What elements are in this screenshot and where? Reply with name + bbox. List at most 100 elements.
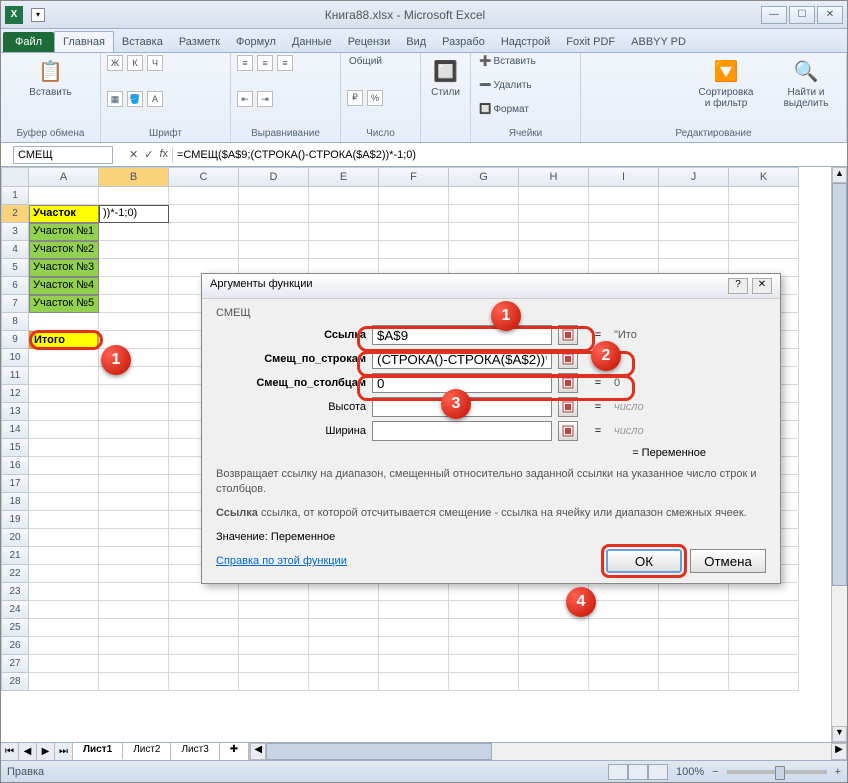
cell[interactable] xyxy=(99,295,169,313)
row-head-11[interactable]: 11 xyxy=(1,367,29,385)
cell[interactable] xyxy=(589,601,659,619)
cell[interactable] xyxy=(99,493,169,511)
close-button[interactable]: ✕ xyxy=(817,6,843,24)
vscroll-thumb[interactable] xyxy=(832,183,847,586)
cell[interactable] xyxy=(659,205,729,223)
formula-input[interactable]: =СМЕЩ($A$9;(СТРОКА()-СТРОКА($A$2))*-1;0) xyxy=(172,147,847,163)
cell[interactable] xyxy=(239,619,309,637)
cell[interactable] xyxy=(99,385,169,403)
cells-insert-button[interactable]: ➕ Вставить xyxy=(477,55,574,68)
cell[interactable] xyxy=(519,205,589,223)
cell[interactable] xyxy=(169,205,239,223)
cell[interactable]: Участок №3 xyxy=(29,259,99,277)
cell[interactable] xyxy=(169,187,239,205)
accept-formula-icon[interactable]: ✓ xyxy=(144,148,153,161)
cell[interactable] xyxy=(99,547,169,565)
cell[interactable] xyxy=(29,457,99,475)
cell[interactable] xyxy=(99,241,169,259)
cell[interactable]: Участок №4 xyxy=(29,277,99,295)
cell[interactable] xyxy=(99,655,169,673)
cell[interactable] xyxy=(449,619,519,637)
row-head-13[interactable]: 13 xyxy=(1,403,29,421)
col-head-a[interactable]: A xyxy=(29,167,99,187)
row-head-21[interactable]: 21 xyxy=(1,547,29,565)
cell[interactable] xyxy=(99,421,169,439)
view-pagebreak-button[interactable] xyxy=(648,764,668,780)
sheet-nav-prev[interactable]: ◀ xyxy=(19,743,37,760)
cell[interactable] xyxy=(169,241,239,259)
row-head-18[interactable]: 18 xyxy=(1,493,29,511)
cell[interactable]: Участок №2 xyxy=(29,241,99,259)
row-head-24[interactable]: 24 xyxy=(1,601,29,619)
tab-view[interactable]: Вид xyxy=(398,32,434,52)
row-head-27[interactable]: 27 xyxy=(1,655,29,673)
cell[interactable] xyxy=(99,565,169,583)
cell[interactable] xyxy=(379,673,449,691)
tab-layout[interactable]: Разметк xyxy=(171,32,228,52)
dialog-help-button[interactable]: ? xyxy=(728,278,748,294)
cell[interactable] xyxy=(29,565,99,583)
cell[interactable] xyxy=(29,439,99,457)
cell[interactable] xyxy=(239,205,309,223)
cell[interactable] xyxy=(309,655,379,673)
paste-button[interactable]: 📋 Вставить xyxy=(7,55,94,100)
cell[interactable] xyxy=(379,187,449,205)
align-left-icon[interactable]: ≡ xyxy=(237,55,253,71)
cell[interactable] xyxy=(99,187,169,205)
cell[interactable] xyxy=(519,619,589,637)
cell[interactable] xyxy=(309,673,379,691)
cell[interactable] xyxy=(239,187,309,205)
find-select-button[interactable]: 🔍 Найти и выделить xyxy=(772,55,840,111)
cell[interactable] xyxy=(729,223,799,241)
cell[interactable] xyxy=(99,439,169,457)
col-head-g[interactable]: G xyxy=(449,167,519,187)
cell[interactable] xyxy=(99,403,169,421)
cell[interactable] xyxy=(29,367,99,385)
cell[interactable] xyxy=(239,583,309,601)
row-head-15[interactable]: 15 xyxy=(1,439,29,457)
ok-button[interactable]: ОК xyxy=(606,549,682,573)
cell[interactable] xyxy=(729,619,799,637)
cell[interactable] xyxy=(659,241,729,259)
cell[interactable] xyxy=(29,583,99,601)
cell[interactable] xyxy=(589,205,659,223)
cell[interactable]: Участок №5 xyxy=(29,295,99,313)
dialog-titlebar[interactable]: Аргументы функции ? ✕ xyxy=(202,274,780,299)
tab-developer[interactable]: Разрабо xyxy=(434,32,493,52)
hscroll-thumb[interactable] xyxy=(266,743,492,760)
tab-home[interactable]: Главная xyxy=(54,31,114,52)
zoom-out-button[interactable]: − xyxy=(712,766,718,778)
cell[interactable] xyxy=(29,313,99,331)
border-icon[interactable]: ▦ xyxy=(107,91,123,107)
styles-button[interactable]: 🔲 Стили xyxy=(427,55,464,100)
horizontal-scrollbar[interactable]: ◀ ▶ xyxy=(249,743,847,760)
cell[interactable] xyxy=(519,241,589,259)
zoom-in-button[interactable]: + xyxy=(835,766,841,778)
cell[interactable] xyxy=(99,637,169,655)
arg-ref-input[interactable] xyxy=(372,325,552,345)
cell[interactable] xyxy=(99,619,169,637)
cell[interactable] xyxy=(309,187,379,205)
cell[interactable] xyxy=(449,187,519,205)
cell[interactable] xyxy=(449,673,519,691)
cell[interactable] xyxy=(99,277,169,295)
sheet-nav-last[interactable]: ⏭ xyxy=(55,743,73,760)
cell[interactable] xyxy=(379,205,449,223)
vertical-scrollbar[interactable]: ▲ ▼ xyxy=(831,167,847,742)
sheet-tab-new[interactable]: ✚ xyxy=(220,743,249,760)
cell[interactable] xyxy=(239,637,309,655)
cell[interactable] xyxy=(169,583,239,601)
row-head-6[interactable]: 6 xyxy=(1,277,29,295)
tab-abbyy[interactable]: ABBYY PD xyxy=(623,32,694,52)
cell[interactable] xyxy=(729,673,799,691)
row-head-10[interactable]: 10 xyxy=(1,349,29,367)
cell[interactable] xyxy=(99,511,169,529)
cell[interactable] xyxy=(309,223,379,241)
cell[interactable] xyxy=(239,223,309,241)
view-layout-button[interactable] xyxy=(628,764,648,780)
tab-formulas[interactable]: Формул xyxy=(228,32,284,52)
row-head-8[interactable]: 8 xyxy=(1,313,29,331)
sheet-tab-2[interactable]: Лист2 xyxy=(123,743,171,760)
row-head-19[interactable]: 19 xyxy=(1,511,29,529)
cell[interactable] xyxy=(519,223,589,241)
